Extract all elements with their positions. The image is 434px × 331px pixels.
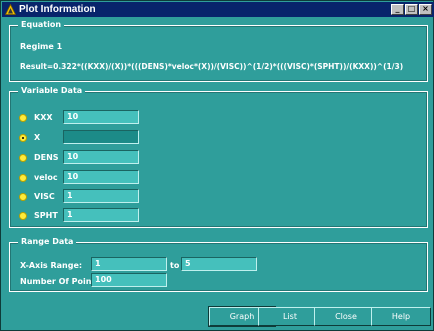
title-bar[interactable]: Plot Information _ □ × — [2, 2, 434, 17]
close-window-button[interactable]: × — [419, 4, 432, 15]
to-label: to — [170, 261, 180, 270]
minimize-button[interactable]: _ — [391, 4, 404, 15]
help-button[interactable]: Help — [371, 307, 431, 326]
regime-label: Regime 1 — [20, 42, 63, 51]
equation-legend: Equation — [18, 20, 65, 29]
x-radio[interactable] — [19, 134, 27, 142]
x-min-input[interactable]: 1 — [91, 257, 167, 271]
kxx-label: KXX — [34, 113, 53, 122]
kxx-input[interactable]: 10 — [63, 110, 139, 124]
maximize-button[interactable]: □ — [405, 4, 418, 15]
veloc-radio[interactable] — [19, 174, 27, 182]
veloc-input[interactable]: 10 — [63, 170, 139, 184]
x-label: X — [34, 133, 41, 142]
x-max-input[interactable]: 5 — [181, 257, 257, 271]
visc-input[interactable]: 1 — [63, 189, 139, 203]
equation-result: Result=0.322*((KXX)/(X))*(((DENS)*veloc*… — [20, 62, 404, 71]
veloc-label: veloc — [34, 173, 58, 182]
range-data-group: Range Data X-Axis Range: 1 to 5 Number O… — [9, 237, 428, 292]
visc-label: VISC — [34, 192, 55, 201]
plot-information-window: Plot Information _ □ × Equation Regime 1… — [0, 0, 434, 331]
variable-data-legend: Variable Data — [18, 86, 86, 95]
variable-data-group: Variable Data KXX 10 X DENS 10 veloc 10 … — [9, 86, 428, 228]
spht-input[interactable]: 1 — [63, 208, 139, 222]
kxx-radio[interactable] — [19, 114, 27, 122]
equation-group: Equation Regime 1 Result=0.322*((KXX)/(X… — [9, 20, 428, 82]
visc-radio[interactable] — [19, 193, 27, 201]
close-button[interactable]: Close — [314, 307, 378, 326]
spht-label: SPHT — [34, 211, 58, 220]
app-icon — [5, 4, 16, 15]
window-title: Plot Information — [19, 4, 96, 15]
dens-label: DENS — [34, 153, 59, 162]
x-input[interactable] — [63, 130, 139, 144]
x-axis-range-label: X-Axis Range: — [20, 261, 83, 270]
dens-input[interactable]: 10 — [63, 150, 139, 164]
range-data-legend: Range Data — [18, 237, 77, 246]
list-button[interactable]: List — [258, 307, 322, 326]
dens-radio[interactable] — [19, 154, 27, 162]
spht-radio[interactable] — [19, 212, 27, 220]
number-of-points-input[interactable]: 100 — [91, 273, 167, 287]
